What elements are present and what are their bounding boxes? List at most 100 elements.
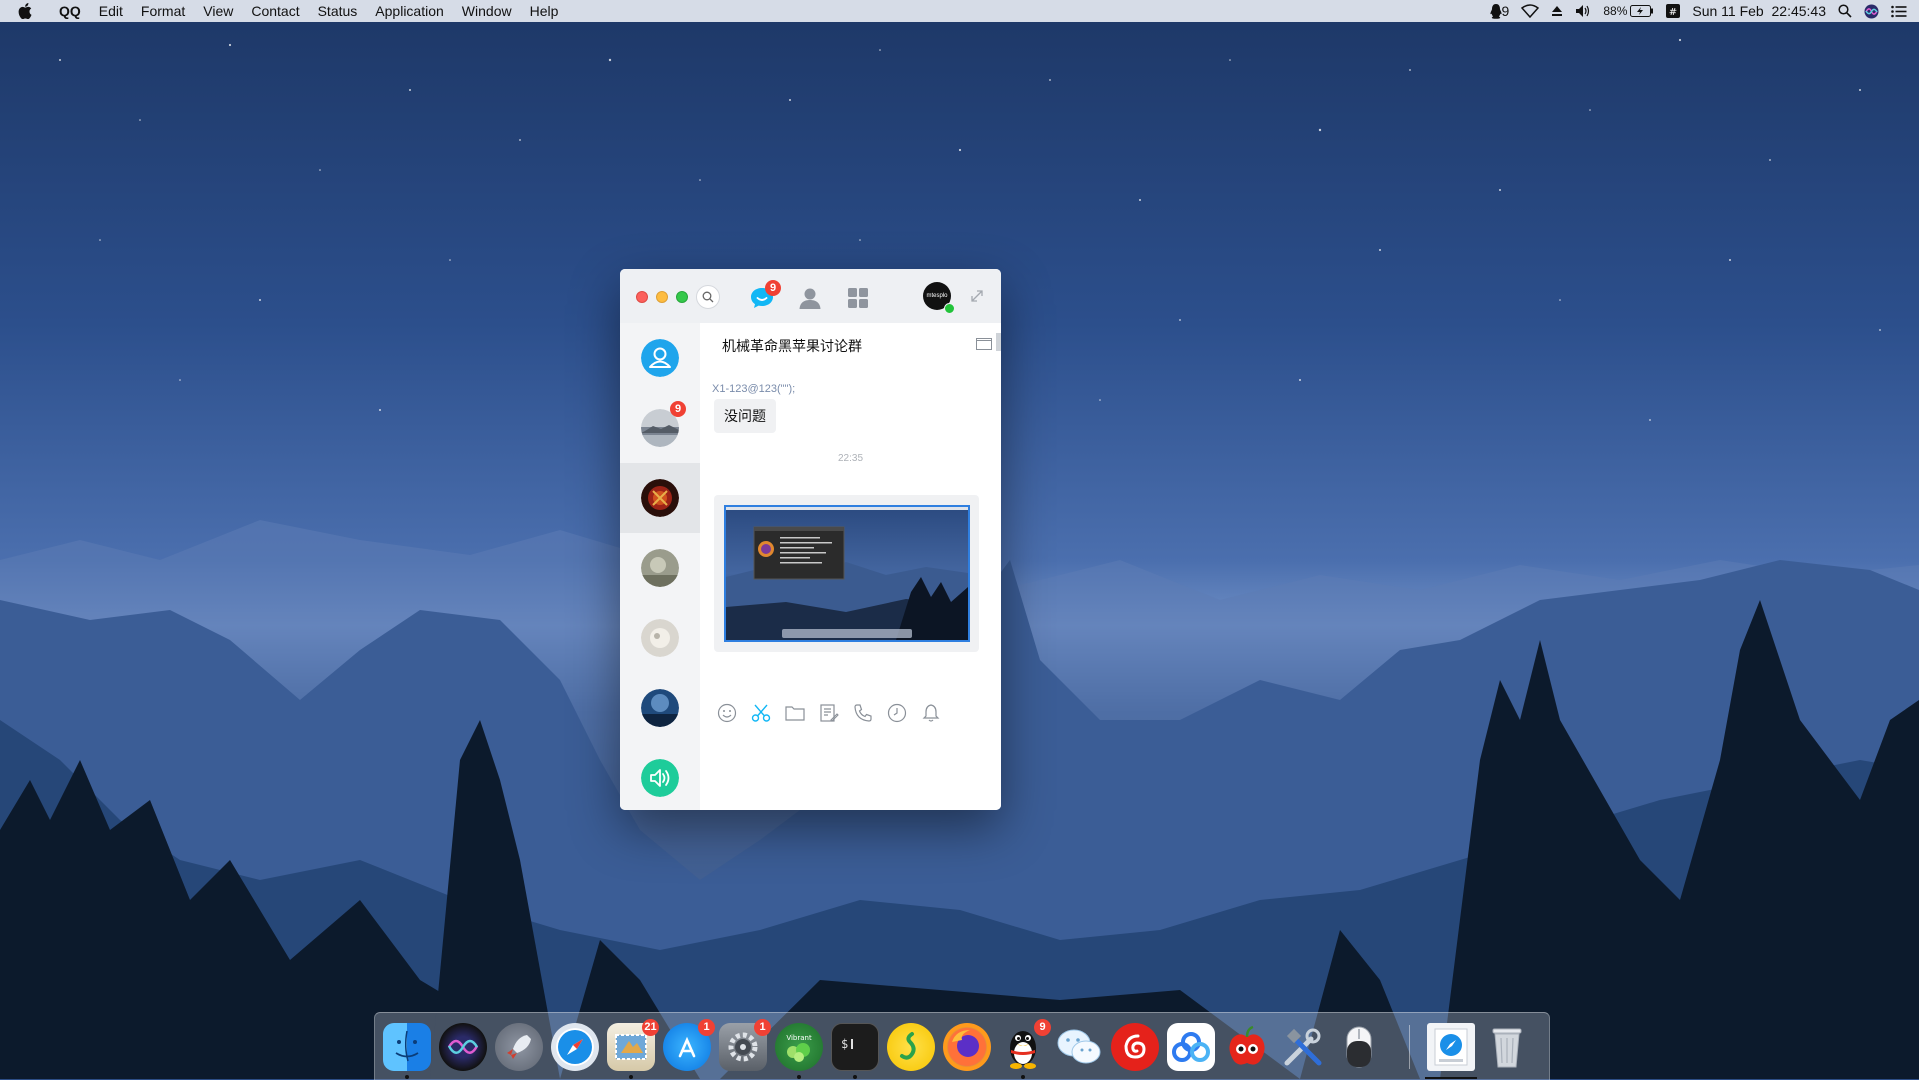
mouse-icon bbox=[1346, 1026, 1372, 1068]
expand-window-button[interactable] bbox=[968, 287, 986, 305]
notification-center-icon[interactable] bbox=[1891, 5, 1907, 18]
battery-status[interactable]: 88% bbox=[1603, 4, 1654, 18]
dock-qq-music[interactable] bbox=[887, 1023, 935, 1071]
eject-icon[interactable] bbox=[1551, 5, 1563, 17]
wifi-icon[interactable] bbox=[1521, 4, 1540, 18]
chat-panel: 机械革命黑苹果讨论群 X1-123@123(""); 没问题 22:35 bbox=[700, 323, 1001, 810]
menu-format[interactable]: Format bbox=[132, 0, 194, 22]
dock-qq[interactable]: 9 bbox=[999, 1019, 1051, 1071]
menu-bar: QQ Edit Format View Contact Status Appli… bbox=[0, 0, 1919, 22]
dock-system-preferences[interactable]: 1 bbox=[719, 1019, 771, 1071]
conversation-speaker[interactable] bbox=[620, 743, 700, 810]
dock-mouse[interactable] bbox=[1335, 1023, 1383, 1071]
dock-wechat[interactable] bbox=[1055, 1023, 1103, 1071]
clock[interactable]: Sun 11 Feb 22:45:43 bbox=[1692, 3, 1826, 19]
stamp-icon bbox=[615, 1034, 647, 1060]
screenshot-thumbnail[interactable] bbox=[724, 505, 970, 642]
document-button[interactable] bbox=[818, 702, 840, 724]
emoji-button[interactable] bbox=[716, 702, 738, 724]
dock-mail[interactable]: 21 bbox=[607, 1019, 659, 1071]
voice-call-button[interactable] bbox=[852, 702, 874, 724]
tab-messages[interactable]: 9 bbox=[748, 280, 781, 312]
menu-status[interactable]: Status bbox=[309, 0, 367, 22]
image-message[interactable] bbox=[714, 495, 979, 652]
qq-status-item[interactable]: 9 bbox=[1489, 3, 1509, 19]
menubar-status-area: 9 88% # Sun 11 Feb 22:45:43 bbox=[1489, 0, 1907, 22]
tools-icon bbox=[1284, 1028, 1322, 1066]
screenshot-button[interactable] bbox=[750, 702, 772, 724]
dock-utilities[interactable] bbox=[1279, 1023, 1327, 1071]
speaker-icon bbox=[641, 759, 679, 797]
dock-safari[interactable] bbox=[551, 1023, 599, 1071]
tab-contacts[interactable] bbox=[796, 284, 824, 312]
dock-separator bbox=[1409, 1025, 1410, 1069]
conversation-contacts[interactable] bbox=[620, 323, 700, 393]
close-button[interactable] bbox=[636, 291, 648, 303]
dock-netease-music[interactable] bbox=[1111, 1023, 1159, 1071]
message-bubble[interactable]: 没问题 bbox=[714, 399, 776, 433]
running-indicator bbox=[405, 1075, 409, 1079]
conversation-light[interactable] bbox=[620, 603, 700, 673]
search-icon bbox=[702, 291, 714, 303]
dock-apple-tool[interactable] bbox=[1223, 1023, 1271, 1071]
app-store-icon bbox=[678, 1036, 696, 1058]
dock-terminal[interactable]: $ bbox=[831, 1023, 879, 1071]
dock-app-store[interactable]: 1 bbox=[663, 1019, 715, 1071]
input-method-icon[interactable]: # bbox=[1666, 4, 1681, 18]
group-files-button[interactable] bbox=[976, 337, 992, 355]
siri-icon[interactable] bbox=[1864, 4, 1879, 19]
apple-menu-icon[interactable] bbox=[18, 3, 40, 19]
phone-icon bbox=[854, 704, 872, 722]
chat-scrollbar[interactable] bbox=[996, 333, 1001, 351]
qq-title-bar[interactable]: 9 mtesplo bbox=[620, 269, 1001, 324]
conversation-lake[interactable]: 9 bbox=[620, 393, 700, 463]
spotlight-search-icon[interactable] bbox=[1838, 4, 1852, 18]
notification-button[interactable] bbox=[920, 702, 942, 724]
scissors-icon bbox=[751, 704, 771, 722]
message-sender: X1-123@123(""); bbox=[712, 383, 796, 395]
tab-apps[interactable] bbox=[844, 284, 872, 312]
dock-finder[interactable] bbox=[383, 1023, 431, 1071]
vibrant-icon: Vibrant bbox=[786, 1034, 812, 1062]
menu-app-qq[interactable]: QQ bbox=[50, 0, 90, 22]
dock-firefox[interactable] bbox=[943, 1023, 991, 1071]
conversation-blue[interactable] bbox=[620, 673, 700, 743]
search-button[interactable] bbox=[696, 285, 720, 309]
menu-view[interactable]: View bbox=[194, 0, 242, 22]
menu-help[interactable]: Help bbox=[521, 0, 568, 22]
dock-launchpad[interactable] bbox=[495, 1023, 543, 1071]
app-store-badge: 1 bbox=[698, 1019, 715, 1036]
zoom-button[interactable] bbox=[676, 291, 688, 303]
dock: 21 1 1 Vibrant $ 9 bbox=[374, 1012, 1550, 1080]
conversation-red-group[interactable] bbox=[620, 463, 700, 533]
finder-icon bbox=[395, 1030, 419, 1062]
menu-contact[interactable]: Contact bbox=[242, 0, 308, 22]
red-apple-icon bbox=[1229, 1025, 1265, 1065]
blue-avatar bbox=[641, 689, 679, 727]
person-icon bbox=[799, 288, 821, 309]
group-contacts-icon bbox=[641, 339, 679, 377]
menu-edit[interactable]: Edit bbox=[90, 0, 132, 22]
dock-vibrant[interactable]: Vibrant bbox=[775, 1023, 823, 1071]
menu-window[interactable]: Window bbox=[453, 0, 521, 22]
conversation-badge: 9 bbox=[670, 401, 686, 417]
dock-baidu-netdisk[interactable] bbox=[1167, 1023, 1215, 1071]
message-timestamp: 22:35 bbox=[837, 453, 864, 464]
volume-icon[interactable] bbox=[1575, 4, 1591, 18]
send-file-button[interactable] bbox=[784, 702, 806, 724]
expand-icon bbox=[971, 290, 983, 302]
conversation-list: 9 bbox=[620, 323, 701, 810]
red-group-avatar bbox=[641, 479, 679, 517]
dock-downloads[interactable] bbox=[1427, 1023, 1475, 1071]
minimize-button[interactable] bbox=[656, 291, 668, 303]
conversation-grey[interactable] bbox=[620, 533, 700, 603]
dock-siri[interactable] bbox=[439, 1023, 487, 1071]
dock-trash[interactable] bbox=[1483, 1023, 1531, 1071]
svg-text:#: # bbox=[1669, 7, 1677, 18]
menu-application[interactable]: Application bbox=[366, 0, 453, 22]
running-indicator bbox=[797, 1075, 801, 1079]
rocket-icon bbox=[507, 1035, 531, 1059]
history-button[interactable] bbox=[886, 702, 908, 724]
clock-icon bbox=[887, 703, 907, 723]
downloads-folder-icon bbox=[1434, 1028, 1468, 1066]
